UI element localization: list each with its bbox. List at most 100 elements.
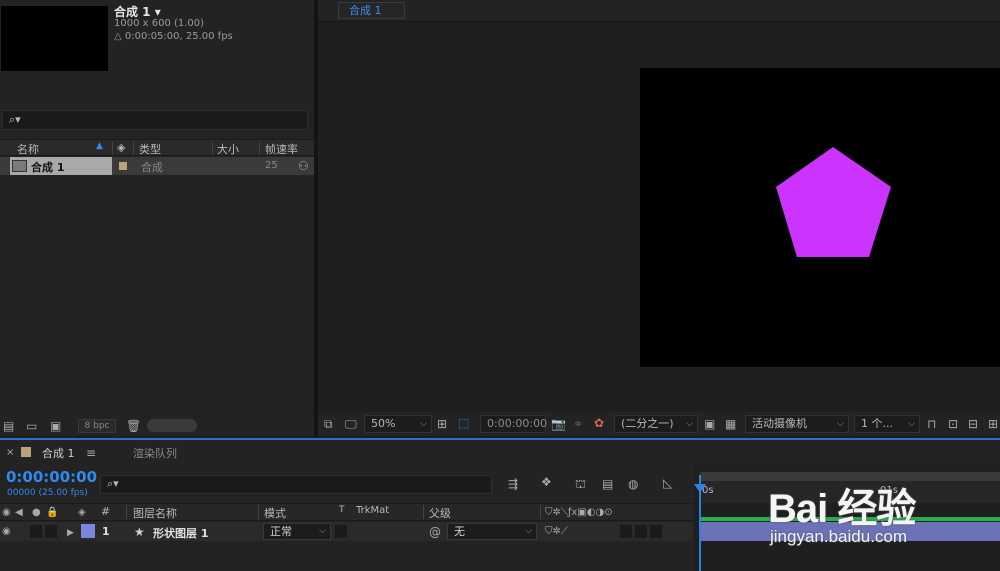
watermark-logo: Bai 经验 [768, 487, 916, 531]
timeline-search-input[interactable]: ⌕▾ [100, 475, 492, 494]
layer-number: 1 [102, 525, 110, 538]
audio-icon[interactable]: ◀ [15, 507, 23, 519]
comp-duration: △ 0:00:05:00, 25.00 fps [114, 31, 233, 42]
eye-icon[interactable]: ◉ [2, 507, 11, 519]
viewer-timecode[interactable]: 0:00:00:00 [480, 415, 547, 433]
label-icon[interactable]: ◈ [117, 141, 125, 154]
fast-preview-icon[interactable]: ⊡ [948, 418, 958, 430]
chevron-down-icon: ⌵ [908, 419, 915, 429]
column-name[interactable]: 名称 [17, 141, 39, 157]
column-mode[interactable]: 模式 [264, 505, 286, 521]
mode-select[interactable]: 正常 ⌵ [263, 523, 331, 540]
column-size[interactable]: 大小 [217, 141, 239, 157]
project-scrollbar[interactable] [147, 419, 197, 432]
tab-comp-1[interactable]: 合成 1 [338, 2, 405, 19]
column-divider [423, 505, 424, 519]
watermark-url: jingyan.baidu.com [770, 527, 908, 546]
column-fps[interactable]: 帧速率 [265, 141, 298, 157]
chevron-down-icon: ⌵ [525, 526, 532, 536]
frame-blending-icon[interactable]: ▤ [602, 478, 613, 490]
expand-arrow-icon[interactable]: ▶ [67, 527, 74, 539]
hamburger-icon[interactable]: ≡ [86, 447, 96, 459]
flowchart-icon[interactable]: ⚇ [298, 160, 309, 172]
column-type[interactable]: 类型 [139, 141, 161, 157]
composition-canvas[interactable] [640, 68, 1000, 367]
resolution-select[interactable]: (二分之一) ⌵ [614, 415, 698, 433]
always-preview-icon[interactable]: ⧉ [324, 418, 333, 430]
star-icon: ★ [134, 525, 145, 539]
safe-margins-icon[interactable]: ⊞ [437, 418, 447, 430]
pickwhip-icon[interactable]: @ [429, 526, 441, 538]
preserve-transparency-toggle[interactable] [335, 525, 347, 538]
project-column-header: 名称 ▲ ◈ 类型 大小 帧速率 [0, 139, 314, 156]
column-trkmat[interactable]: TrkMat [356, 505, 389, 516]
chevron-down-icon: ⌵ [420, 419, 427, 429]
comp-label-swatch [21, 447, 31, 457]
views-select[interactable]: 1 个... ⌵ [854, 415, 920, 433]
switch-box[interactable] [635, 525, 647, 538]
region-of-interest-icon[interactable]: ▣ [704, 418, 715, 430]
project-item-fps: 25 [265, 160, 278, 171]
playhead-handle[interactable] [694, 484, 706, 493]
column-parent[interactable]: 父级 [429, 505, 451, 521]
column-t[interactable]: T [339, 505, 345, 515]
lock-icon[interactable]: 🔒 [46, 507, 58, 519]
bpc-button[interactable]: 8 bpc [78, 419, 116, 433]
composition-icon [12, 160, 27, 172]
audio-toggle[interactable] [30, 525, 42, 538]
tab-timeline-comp-1[interactable]: 合成 1 [42, 445, 75, 461]
mode-value: 正常 [270, 525, 292, 538]
parent-value: 无 [454, 525, 465, 538]
current-timecode[interactable]: 0:00:00:00 [6, 468, 97, 486]
folder-icon[interactable]: ▭ [26, 420, 37, 432]
lock-toggle[interactable] [45, 525, 57, 538]
project-search-input[interactable]: ⌕▾ [2, 110, 308, 130]
switch-box[interactable] [650, 525, 662, 538]
tab-render-queue[interactable]: 渲染队列 [133, 445, 177, 461]
zoom-select[interactable]: 50% ⌵ [364, 415, 432, 433]
transparency-grid-icon[interactable]: ▦ [725, 418, 736, 430]
timeline-icon[interactable]: ⊟ [968, 418, 978, 430]
parent-select[interactable]: 无 ⌵ [447, 523, 537, 540]
column-divider [212, 142, 213, 155]
sort-up-icon: ▲ [96, 141, 103, 151]
column-divider [126, 505, 127, 519]
motion-blur-icon[interactable]: ◍ [628, 478, 638, 490]
column-divider [259, 142, 260, 155]
camera-value: 活动摄像机 [752, 417, 807, 430]
new-comp-icon[interactable]: ▣ [50, 420, 61, 432]
interpret-footage-icon[interactable]: ▤ [3, 420, 14, 432]
monitor-icon[interactable]: 🖵 [345, 418, 357, 430]
draft-3d-icon[interactable]: ❖ [541, 476, 552, 488]
flowchart-icon[interactable]: ⊞ [988, 418, 998, 430]
column-layer-name[interactable]: 图层名称 [133, 505, 177, 521]
comp-mini-flowchart-icon[interactable]: ⇶ [508, 478, 518, 490]
channels-icon[interactable]: ✿ [594, 417, 604, 429]
mask-visibility-icon[interactable]: ⬚ [458, 417, 469, 429]
zoom-value: 50% [371, 417, 396, 430]
trash-icon[interactable]: 🗑 [126, 420, 141, 432]
pentagon-shape[interactable] [640, 68, 1000, 367]
column-divider [540, 505, 541, 519]
hide-shy-layers-icon[interactable]: ⛫ [575, 478, 586, 490]
column-hash[interactable]: # [101, 505, 110, 518]
layer-switches-icon[interactable]: ⛉✲⟋ [545, 526, 568, 538]
snapshot-icon[interactable]: ⚭ [573, 418, 583, 430]
resolution-value: (二分之一) [621, 417, 674, 430]
layer-label-color[interactable] [81, 524, 95, 538]
toggle-pixel-aspect-icon[interactable]: ⊓ [927, 418, 936, 430]
camera-icon[interactable]: 📷 [551, 418, 566, 430]
label-icon[interactable]: ◈ [78, 507, 86, 519]
project-item-type: 合成 [141, 161, 163, 174]
label-color-swatch[interactable] [119, 162, 127, 170]
solo-icon[interactable]: ● [32, 507, 41, 519]
switches-icon[interactable]: ⛉✲⟍ƒx▣◐◑⊙ [545, 507, 613, 519]
camera-select[interactable]: 活动摄像机 ⌵ [745, 415, 849, 433]
close-icon[interactable]: × [6, 447, 14, 459]
chevron-down-icon: ⌵ [837, 419, 844, 429]
layer-name[interactable]: 形状图层 1 [153, 525, 208, 541]
graph-editor-icon[interactable]: ◺ [663, 477, 672, 489]
search-icon: ⌕▾ [9, 113, 21, 126]
eye-icon[interactable]: ◉ [2, 526, 11, 538]
switch-box[interactable] [620, 525, 632, 538]
